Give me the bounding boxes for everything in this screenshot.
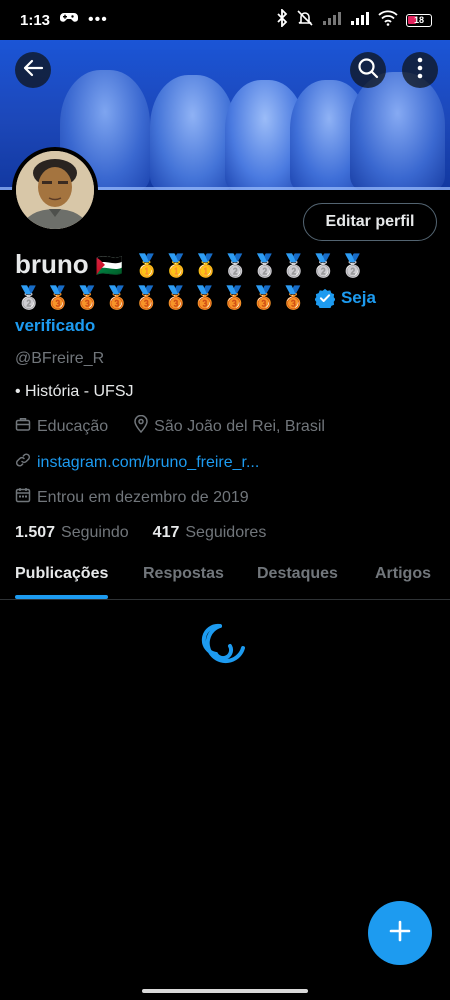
more-vertical-icon (417, 57, 423, 84)
following-label[interactable]: Seguindo (61, 524, 129, 542)
status-time: 1:13 (20, 11, 51, 29)
profile-bio: • História - UFSJ (15, 383, 134, 400)
search-icon (357, 57, 379, 84)
profile-joined-date: Entrou em dezembro de 2019 (37, 488, 249, 506)
plus-icon (388, 919, 412, 948)
profile-meta-row: Educação São João del Rei, Brasil (15, 414, 440, 438)
verified-badge-icon[interactable] (314, 288, 335, 308)
tab-destaques[interactable]: Destaques (257, 555, 338, 593)
status-bar: 1:13 ••• 18 (0, 0, 450, 40)
compose-button[interactable] (368, 901, 432, 965)
calendar-icon (15, 487, 31, 508)
bluetooth-icon (276, 7, 288, 31)
profile-category: Educação (37, 417, 109, 435)
profile-handle: @BFreire_R (15, 350, 105, 367)
followers-count[interactable]: 417 (153, 524, 180, 542)
medals-row: 🥈🥉🥉🥉🥉🥉🥉🥉🥉🥉 Seja (15, 282, 440, 314)
arrow-left-icon (22, 57, 44, 84)
banner-portrait (350, 72, 445, 190)
get-verified-link[interactable]: verificado (15, 314, 440, 338)
search-button[interactable] (350, 52, 386, 88)
signal-icon (322, 11, 342, 29)
signal-icon (350, 11, 370, 29)
tab-publicacoes[interactable]: Publicações (15, 555, 109, 599)
get-verified-link[interactable]: Seja (341, 282, 376, 314)
profile-location: São João del Rei, Brasil (154, 417, 325, 435)
display-name: bruno (15, 249, 89, 279)
game-controller-icon (60, 11, 79, 29)
briefcase-icon (15, 416, 31, 437)
loading-spinner-icon (200, 620, 250, 670)
display-name-row: bruno 🇵🇸 🥇🥇🥇🥈🥈🥈🥈🥈 (15, 248, 440, 282)
profile-info: bruno 🇵🇸 🥇🥇🥇🥈🥈🥈🥈🥈 🥈🥉🥉🥉🥉🥉🥉🥉🥉🥉 Seja verifi… (15, 248, 440, 542)
profile-link-row: instagram.com/bruno_freire_r... (15, 452, 440, 473)
more-options-button[interactable] (402, 52, 438, 88)
profile-joined-row: Entrou em dezembro de 2019 (15, 487, 440, 508)
tab-artigos[interactable]: Artigos (375, 555, 431, 593)
tab-respostas[interactable]: Respostas (143, 555, 224, 593)
more-dots-icon: ••• (88, 11, 108, 28)
edit-profile-button[interactable]: Editar perfil (303, 203, 437, 241)
avatar[interactable] (12, 147, 98, 233)
medal-emojis: 🥈🥉🥉🥉🥉🥉🥉🥉🥉🥉 (15, 285, 309, 310)
battery-icon: 18 (406, 13, 432, 27)
link-icon (15, 452, 31, 473)
profile-tabs: Publicações Respostas Destaques Artigos (0, 555, 450, 600)
wifi-icon (378, 10, 398, 30)
follow-stats: 1.507 Seguindo 417 Seguidores (15, 524, 440, 542)
home-indicator[interactable] (142, 989, 308, 993)
back-button[interactable] (15, 52, 51, 88)
followers-label[interactable]: Seguidores (185, 524, 266, 542)
mute-icon (296, 9, 314, 31)
location-pin-icon (134, 414, 148, 438)
profile-website-link[interactable]: instagram.com/bruno_freire_r... (37, 454, 259, 472)
banner-portrait (150, 75, 235, 190)
following-count[interactable]: 1.507 (15, 524, 55, 542)
name-emojis: 🇵🇸 🥇🥇🥇🥈🥈🥈🥈🥈 (95, 253, 369, 278)
